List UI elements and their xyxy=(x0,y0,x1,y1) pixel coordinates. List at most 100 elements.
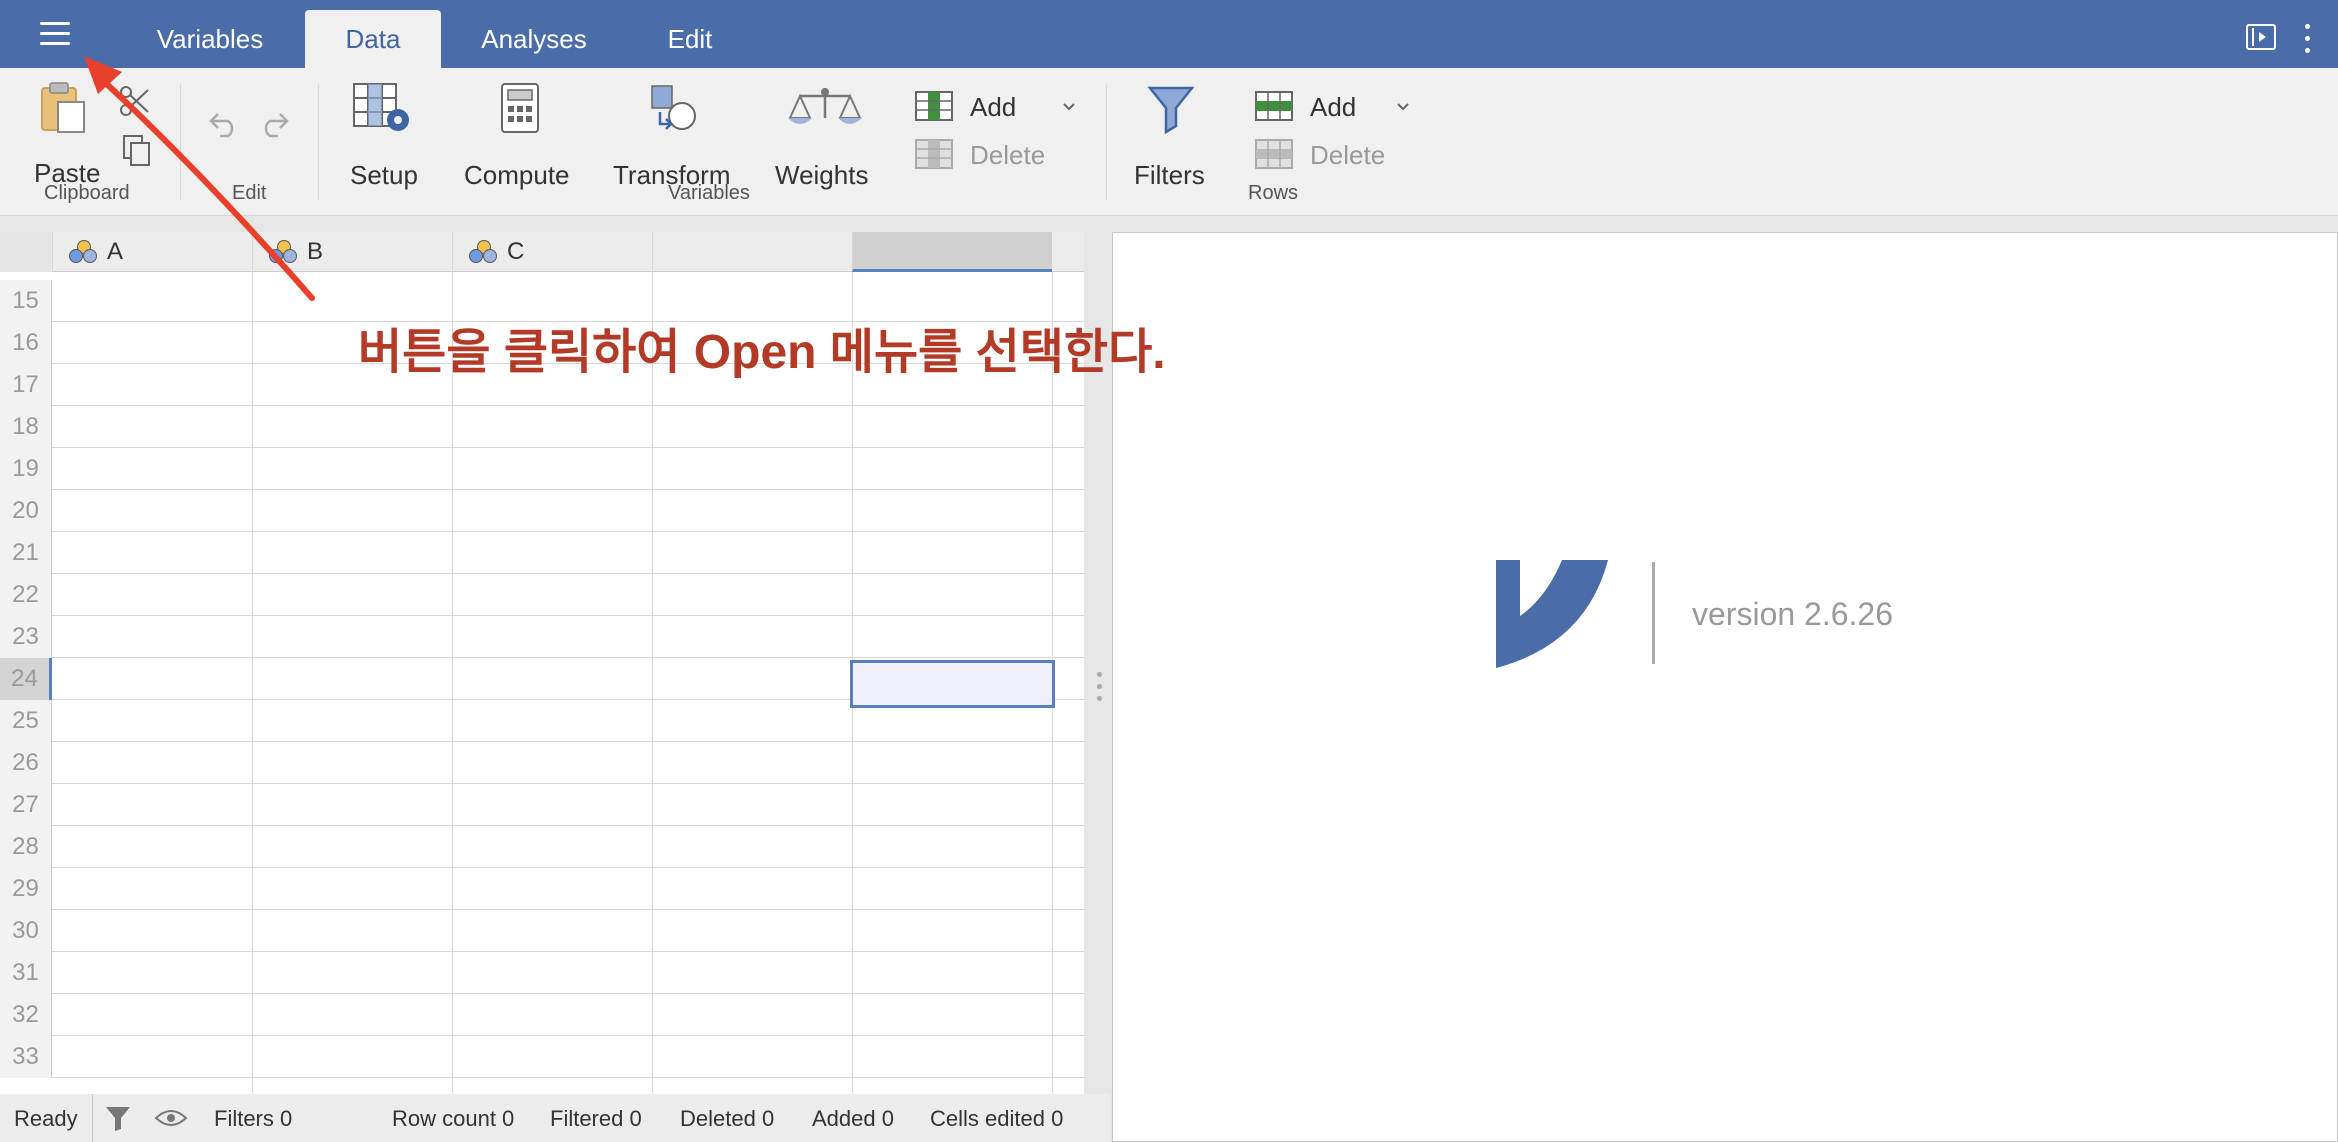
column-header-c[interactable]: C xyxy=(452,232,652,272)
clipboard-group-label: Clipboard xyxy=(44,182,130,204)
hamburger-menu-icon[interactable] xyxy=(26,14,86,54)
row-number[interactable]: 19 xyxy=(0,448,52,490)
delete-row-button[interactable]: Delete xyxy=(1252,136,1402,176)
row-number[interactable]: 22 xyxy=(0,574,52,616)
paste-button[interactable]: Paste xyxy=(26,80,108,188)
delete-row-icon xyxy=(1255,139,1293,169)
results-panel[interactable] xyxy=(1112,232,2338,1142)
transform-icon xyxy=(651,85,696,130)
jamovi-logo xyxy=(1496,560,1608,668)
more-options-icon[interactable] xyxy=(2300,24,2316,54)
status-bar: Ready Filters 0 Row count 0 Filtered 0 D… xyxy=(0,1094,1110,1142)
selected-cell[interactable] xyxy=(850,660,1055,708)
tab-edit[interactable]: Edit xyxy=(640,10,740,68)
row-number[interactable]: 25 xyxy=(0,700,52,742)
table-row[interactable]: 26 xyxy=(0,742,1084,784)
table-row[interactable]: 22 xyxy=(0,574,1084,616)
row-number[interactable]: 16 xyxy=(0,322,52,364)
tab-variables[interactable]: Variables xyxy=(140,10,280,68)
setup-button[interactable]: Setup xyxy=(340,82,430,190)
status-divider xyxy=(92,1094,93,1142)
redo-icon[interactable] xyxy=(256,108,290,138)
weights-icon xyxy=(788,88,862,124)
row-number[interactable]: 24 xyxy=(0,658,52,700)
status-deleted: Deleted 0 xyxy=(680,1106,775,1131)
row-number[interactable]: 20 xyxy=(0,490,52,532)
status-added: Added 0 xyxy=(812,1106,894,1131)
status-filters: Filters 0 xyxy=(214,1106,293,1131)
column-header-selected[interactable] xyxy=(852,232,1052,272)
row-number[interactable]: 32 xyxy=(0,994,52,1036)
add-variable-label: Add xyxy=(970,92,1017,122)
delete-row-label: Delete xyxy=(1310,140,1386,170)
weights-button[interactable]: Weights xyxy=(772,82,884,190)
setup-icon xyxy=(353,83,409,131)
column-header-a[interactable]: A xyxy=(52,232,252,272)
tab-data[interactable]: Data xyxy=(305,10,441,68)
row-number[interactable]: 33 xyxy=(0,1036,52,1078)
transform-button[interactable]: Transform xyxy=(608,82,738,190)
table-row[interactable]: 20 xyxy=(0,490,1084,532)
ribbon-separator xyxy=(180,84,181,200)
setup-label: Setup xyxy=(350,160,418,190)
copy-icon[interactable] xyxy=(122,134,152,168)
tab-analyses[interactable]: Analyses xyxy=(460,10,608,68)
eye-icon[interactable] xyxy=(154,1107,188,1129)
column-name: C xyxy=(507,238,525,265)
filter-icon[interactable] xyxy=(104,1103,132,1133)
paste-icon xyxy=(41,82,85,133)
version-label: version 2.6.26 xyxy=(1692,596,1894,632)
column-header-row: A B C xyxy=(0,232,1084,272)
table-row[interactable]: 30 xyxy=(0,910,1084,952)
filters-button[interactable]: Filters xyxy=(1128,82,1214,190)
row-number[interactable]: 27 xyxy=(0,784,52,826)
table-row[interactable]: 21 xyxy=(0,532,1084,574)
column-name: B xyxy=(307,238,324,265)
row-number[interactable]: 29 xyxy=(0,868,52,910)
row-number[interactable]: 15 xyxy=(0,280,52,322)
compute-button[interactable]: Compute xyxy=(460,82,580,190)
table-row[interactable]: 32 xyxy=(0,994,1084,1036)
delete-variable-button[interactable]: Delete xyxy=(912,136,1062,176)
add-variable-button[interactable]: Add xyxy=(912,88,1082,128)
edit-group-label: Edit xyxy=(232,182,267,204)
filter-icon xyxy=(1147,86,1195,135)
row-number[interactable]: 21 xyxy=(0,532,52,574)
undo-icon[interactable] xyxy=(208,108,242,138)
column-header-empty[interactable] xyxy=(652,232,852,272)
chevron-down-icon[interactable] xyxy=(1396,102,1410,112)
ribbon-toolbar: Paste Clipboard Edit Setup Compute Trans… xyxy=(0,68,2338,216)
table-row[interactable]: 31 xyxy=(0,952,1084,994)
grid-corner xyxy=(0,232,52,272)
row-number[interactable]: 18 xyxy=(0,406,52,448)
cut-icon[interactable] xyxy=(118,84,152,118)
row-number[interactable]: 23 xyxy=(0,616,52,658)
row-number[interactable]: 30 xyxy=(0,910,52,952)
row-number[interactable]: 31 xyxy=(0,952,52,994)
row-number[interactable]: 26 xyxy=(0,742,52,784)
nominal-variable-icon xyxy=(69,240,99,264)
variables-group-label: Variables xyxy=(668,182,750,204)
chevron-down-icon[interactable] xyxy=(1062,102,1076,112)
panel-splitter[interactable] xyxy=(1094,672,1104,706)
weights-label: Weights xyxy=(775,160,869,190)
filters-label: Filters xyxy=(1134,160,1205,190)
table-row[interactable]: 29 xyxy=(0,868,1084,910)
table-row[interactable]: 18 xyxy=(0,406,1084,448)
table-row[interactable]: 33 xyxy=(0,1036,1084,1078)
compute-icon xyxy=(501,83,539,133)
table-row[interactable]: 28 xyxy=(0,826,1084,868)
table-row[interactable]: 19 xyxy=(0,448,1084,490)
nominal-variable-icon xyxy=(269,240,299,264)
column-header-b[interactable]: B xyxy=(252,232,452,272)
delete-variable-icon xyxy=(915,139,953,169)
table-row[interactable]: 27 xyxy=(0,784,1084,826)
compute-label: Compute xyxy=(464,160,570,190)
row-number[interactable]: 28 xyxy=(0,826,52,868)
mode-toggle-icon[interactable] xyxy=(2246,24,2276,50)
nominal-variable-icon xyxy=(469,240,499,264)
row-number[interactable]: 17 xyxy=(0,364,52,406)
table-row[interactable]: 23 xyxy=(0,616,1084,658)
add-row-button[interactable]: Add xyxy=(1252,88,1422,128)
ribbon-separator xyxy=(1106,84,1107,200)
